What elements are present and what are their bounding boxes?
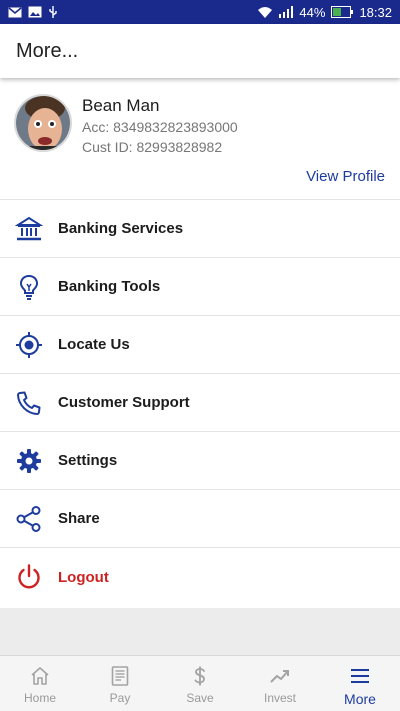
home-icon	[31, 667, 49, 685]
status-left	[8, 5, 58, 19]
nav-pay[interactable]: Pay	[80, 656, 160, 711]
nav-invest[interactable]: Invest	[240, 656, 320, 711]
nav-save[interactable]: Save	[160, 656, 240, 711]
menu-label-logout: Logout	[58, 568, 109, 586]
menu-label-customer-support: Customer Support	[58, 394, 190, 411]
gear-icon	[17, 449, 41, 473]
menu-label-settings: Settings	[58, 452, 118, 469]
menu-label-locate-us: Locate Us	[58, 336, 130, 353]
battery-icon	[331, 6, 354, 18]
page-title: More...	[16, 39, 79, 62]
avatar-face-image	[16, 96, 70, 150]
wifi-icon	[258, 7, 273, 18]
profile-account: Acc: 8349832823893000	[82, 119, 238, 135]
dollar-icon	[194, 666, 205, 686]
view-profile-link[interactable]: View Profile	[306, 168, 385, 185]
signal-icon	[279, 6, 294, 18]
usb-icon	[49, 6, 57, 18]
trending-up-icon	[270, 670, 289, 683]
nav-home[interactable]: Home	[0, 656, 80, 711]
bank-icon	[15, 216, 43, 241]
profile-customer-id: Cust ID: 82993828982	[82, 139, 223, 155]
menu-item-banking-services[interactable]: Banking Services	[0, 200, 400, 258]
nav-more-label: More	[344, 691, 376, 707]
clock: 18:32	[359, 4, 392, 20]
status-bar: 44% 18:32	[0, 0, 400, 24]
location-target-icon	[16, 332, 42, 358]
profile-name: Bean Man	[82, 96, 160, 115]
menu-item-locate-us[interactable]: Locate Us	[0, 316, 400, 374]
nav-home-label: Home	[23, 691, 56, 705]
menu-label-share: Share	[58, 510, 100, 527]
share-icon	[16, 506, 41, 532]
mail-icon	[8, 6, 22, 17]
menu-label-banking-tools: Banking Tools	[58, 278, 161, 295]
nav-more[interactable]: More	[320, 656, 400, 711]
nav-invest-label: Invest	[263, 691, 296, 705]
profile-card: Bean Man Acc: 8349832823893000 Cust ID: …	[0, 78, 400, 200]
battery-percent: 44%	[299, 4, 326, 20]
app-bar: More...	[0, 24, 400, 78]
lightbulb-icon	[19, 274, 39, 300]
bottom-nav: Home Pay Save Invest More	[0, 655, 400, 711]
menu-item-customer-support[interactable]: Customer Support	[0, 374, 400, 432]
menu-icon	[351, 669, 369, 683]
menu-item-share[interactable]: Share	[0, 490, 400, 548]
image-icon	[28, 6, 42, 18]
nav-save-label: Save	[186, 691, 214, 705]
main-content: Bean Man Acc: 8349832823893000 Cust ID: …	[0, 78, 400, 608]
status-right: 44% 18:32	[257, 5, 392, 20]
receipt-icon	[111, 666, 129, 686]
avatar[interactable]	[14, 94, 72, 152]
phone-icon	[17, 391, 41, 415]
menu-label-banking-services: Banking Services	[58, 220, 184, 237]
nav-pay-label: Pay	[109, 691, 131, 705]
power-icon	[18, 564, 40, 589]
menu-item-logout[interactable]: Logout	[0, 548, 400, 606]
menu-item-banking-tools[interactable]: Banking Tools	[0, 258, 400, 316]
menu-item-settings[interactable]: Settings	[0, 432, 400, 490]
